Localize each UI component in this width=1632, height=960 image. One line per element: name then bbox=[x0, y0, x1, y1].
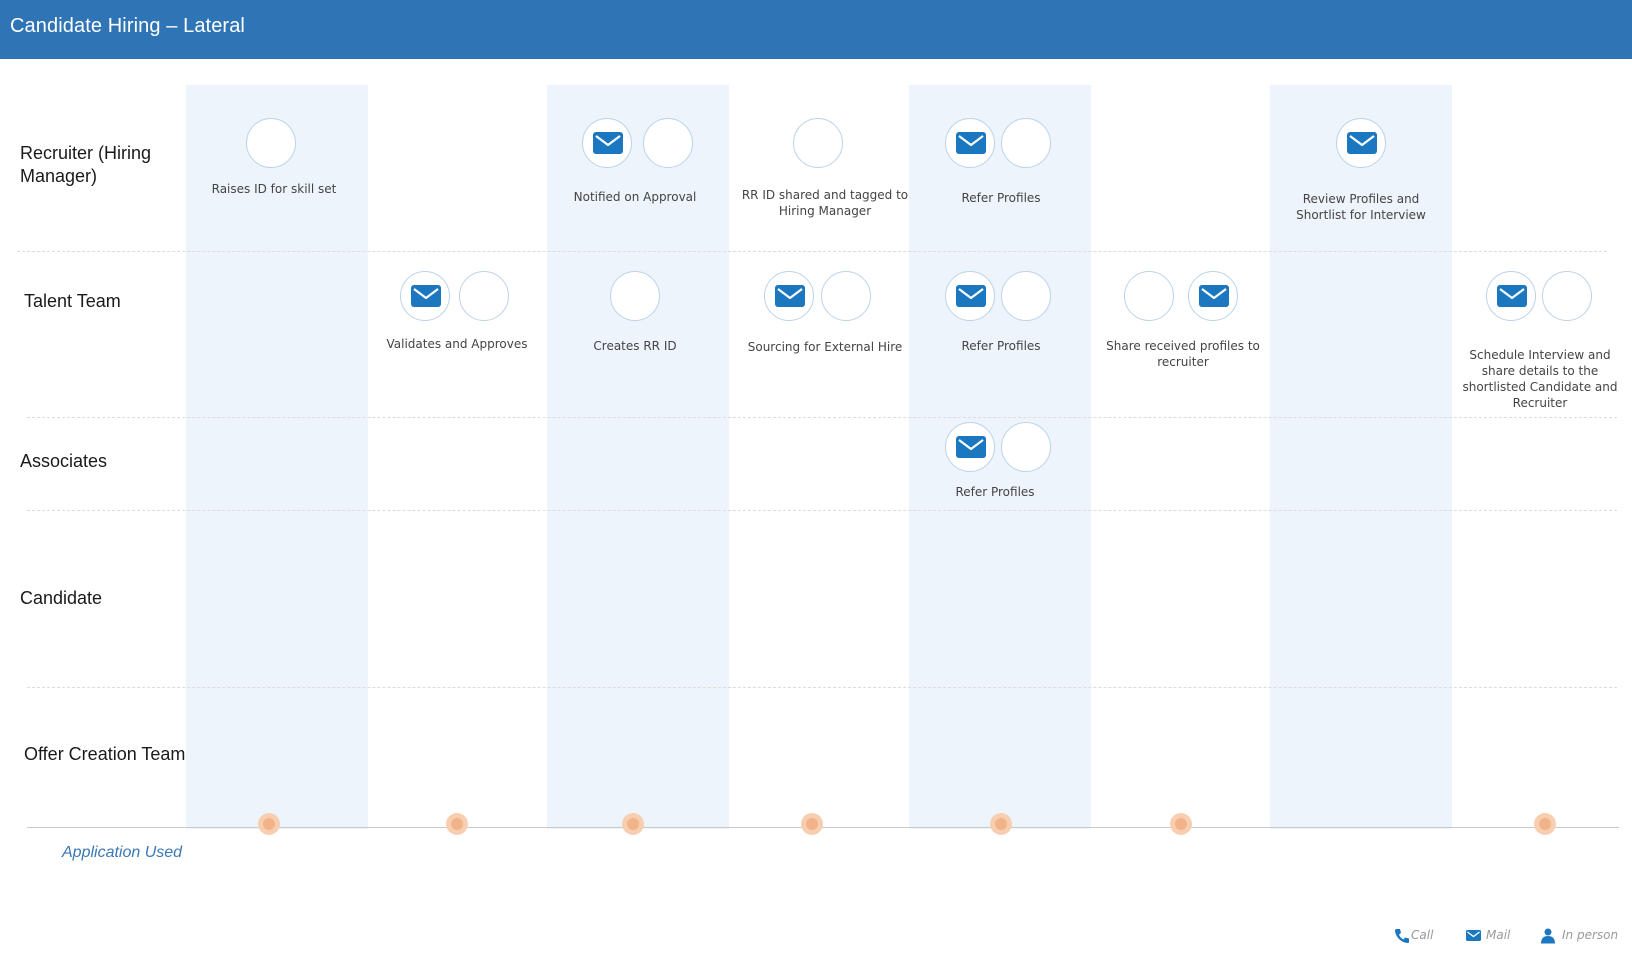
person-icon bbox=[1541, 928, 1555, 944]
touchpoint-circle bbox=[1124, 271, 1174, 321]
lane-label-recruiter: Recruiter (Hiring Manager) bbox=[20, 143, 152, 186]
step-rr-shared: RR ID shared and tagged to Hiring Manage… bbox=[741, 188, 909, 218]
mail-icon bbox=[1199, 285, 1229, 307]
step-validates: Validates and Approves bbox=[386, 337, 528, 351]
mail-touchpoint bbox=[1188, 271, 1238, 321]
touchpoint-circle bbox=[1001, 118, 1051, 168]
header-bar: Candidate Hiring – Lateral bbox=[0, 0, 1632, 59]
step-share-received: Share received profiles to recruiter bbox=[1106, 339, 1260, 369]
legend-mail: Mail bbox=[1486, 928, 1511, 942]
lane-label-candidate: Candidate bbox=[20, 588, 103, 608]
lane-divider bbox=[27, 687, 1617, 688]
touchpoint-circle bbox=[610, 271, 660, 321]
application-marker bbox=[446, 813, 468, 835]
application-used-label: Application Used bbox=[62, 844, 183, 861]
mail-touchpoint bbox=[1336, 118, 1386, 168]
mail-icon bbox=[593, 132, 623, 154]
application-marker bbox=[622, 813, 644, 835]
mail-icon bbox=[956, 132, 986, 154]
application-marker bbox=[258, 813, 280, 835]
mail-icon bbox=[956, 436, 986, 458]
touchpoint-circle bbox=[1001, 422, 1051, 472]
legend-call: Call bbox=[1411, 928, 1434, 942]
touchpoint-circle bbox=[1542, 271, 1592, 321]
legend-in-person: In person bbox=[1562, 928, 1619, 942]
application-marker bbox=[990, 813, 1012, 835]
step-review: Review Profiles and Shortlist for Interv… bbox=[1296, 192, 1426, 222]
application-marker bbox=[801, 813, 823, 835]
mail-touchpoint bbox=[764, 271, 814, 321]
touchpoint-circle bbox=[459, 271, 509, 321]
lane-label-talent-team: Talent Team bbox=[24, 291, 121, 311]
mail-touchpoint bbox=[945, 422, 995, 472]
step-notified: Notified on Approval bbox=[573, 190, 697, 204]
step-raises-id: Raises ID for skill set bbox=[211, 182, 337, 196]
mail-touchpoint bbox=[400, 271, 450, 321]
mail-touchpoint bbox=[582, 118, 632, 168]
lane-divider bbox=[27, 510, 1617, 511]
phone-icon bbox=[1395, 929, 1409, 943]
application-marker bbox=[1534, 813, 1556, 835]
lane-label-associates: Associates bbox=[20, 451, 108, 471]
mail-icon bbox=[1347, 132, 1377, 154]
mail-icon bbox=[775, 285, 805, 307]
mail-icon bbox=[1497, 285, 1527, 307]
mail-icon bbox=[411, 285, 441, 307]
touchpoint-circle bbox=[643, 118, 693, 168]
page-title: Candidate Hiring – Lateral bbox=[10, 15, 245, 37]
touchpoint-circle bbox=[821, 271, 871, 321]
application-marker bbox=[1170, 813, 1192, 835]
touchpoint-circle bbox=[793, 118, 843, 168]
step-schedule: Schedule Interview and share details to … bbox=[1462, 348, 1618, 410]
lane-divider bbox=[27, 417, 1617, 418]
step-sourcing: Sourcing for External Hire bbox=[747, 340, 903, 354]
mail-touchpoint bbox=[945, 271, 995, 321]
lane-divider bbox=[17, 251, 1607, 252]
mail-icon bbox=[956, 285, 986, 307]
touchpoint-circle bbox=[246, 118, 296, 168]
step-refer-recruiter: Refer Profiles bbox=[961, 191, 1041, 205]
mail-icon bbox=[1466, 930, 1481, 941]
step-refer-talent: Refer Profiles bbox=[961, 339, 1041, 353]
mail-touchpoint bbox=[945, 118, 995, 168]
lane-label-offer-creation-team: Offer Creation Team bbox=[24, 744, 186, 764]
mail-touchpoint bbox=[1486, 271, 1536, 321]
step-creates-rr: Creates RR ID bbox=[593, 339, 677, 353]
step-refer-associates: Refer Profiles bbox=[955, 485, 1035, 499]
touchpoint-circle bbox=[1001, 271, 1051, 321]
